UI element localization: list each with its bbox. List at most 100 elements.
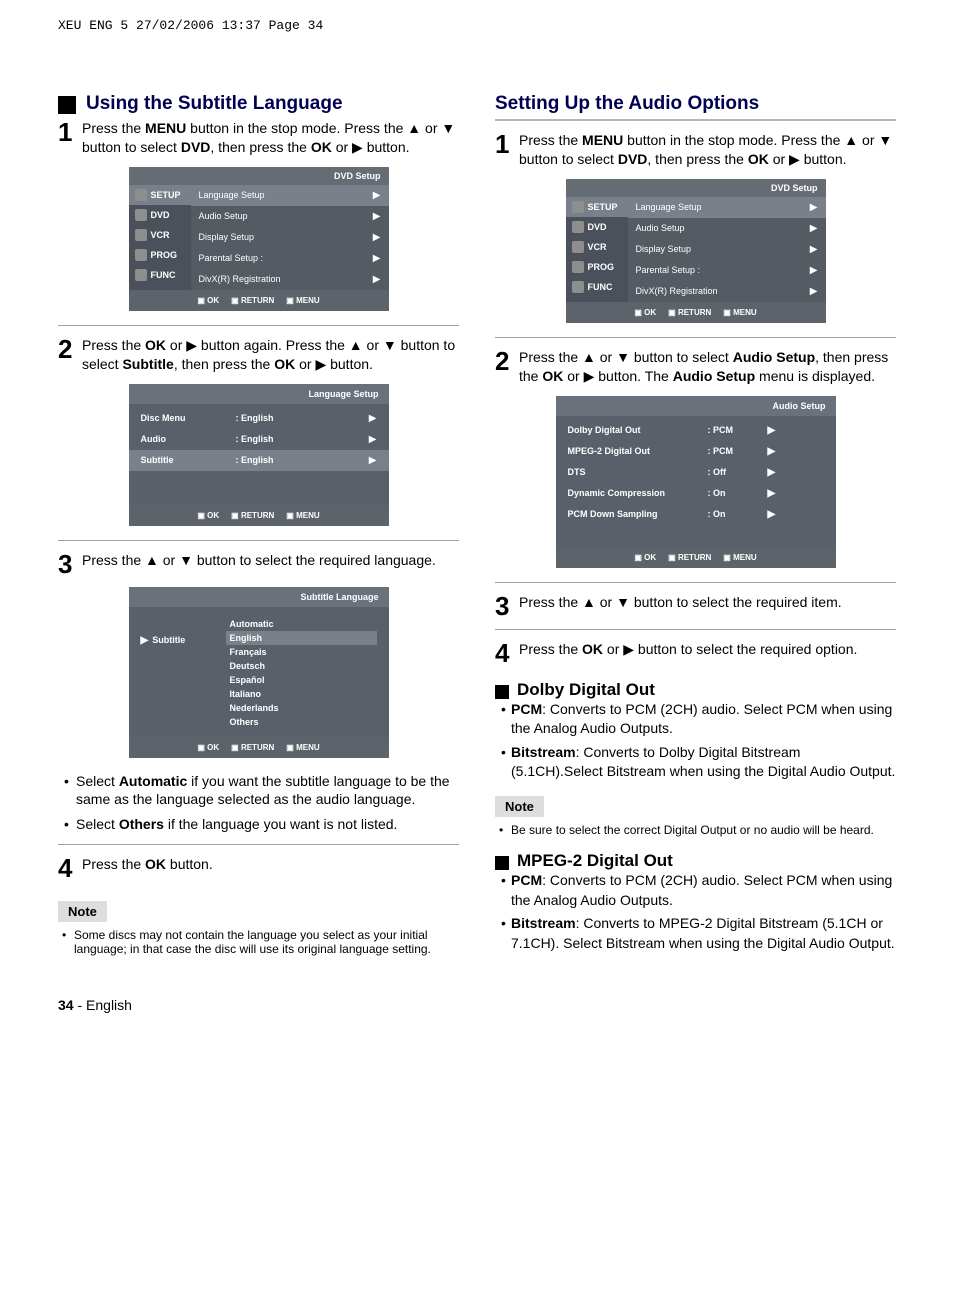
return-label: RETURN xyxy=(668,553,711,562)
clock-icon xyxy=(572,261,584,273)
menu-row: DivX(R) Registration▶ xyxy=(628,281,826,302)
desc-pcm: •PCM: Converts to PCM (2CH) audio. Selec… xyxy=(495,700,896,739)
menu-row: Audio: English▶ xyxy=(129,429,389,450)
side-vcr: VCR xyxy=(129,225,191,245)
chevron-right-icon: ▶ xyxy=(768,509,776,520)
bullet-list: Select Automatic if you want the subtitl… xyxy=(58,772,459,835)
step-text: Press the OK or ▶ button again. Press th… xyxy=(82,336,459,374)
chevron-right-icon: ▶ xyxy=(373,253,381,264)
section-title: Setting Up the Audio Options xyxy=(495,93,896,115)
chevron-right-icon: ▶ xyxy=(373,190,381,201)
step-text: Press the MENU button in the stop mode. … xyxy=(519,131,896,169)
step-1: 1 Press the MENU button in the stop mode… xyxy=(495,131,896,169)
func-icon xyxy=(135,269,147,281)
desc-pcm: •PCM: Converts to PCM (2CH) audio. Selec… xyxy=(495,871,896,910)
step-number: 2 xyxy=(58,336,82,362)
ok-label: OK xyxy=(197,511,219,520)
step-text: Press the OK or ▶ button to select the r… xyxy=(519,640,857,659)
desc-bitstream: •Bitstream: Converts to Dolby Digital Bi… xyxy=(495,743,896,782)
side-setup: SETUP xyxy=(129,185,191,205)
menu-row: Language Setup▶ xyxy=(191,185,389,206)
list-item: Italiano xyxy=(226,687,377,701)
chevron-right-icon: ▶ xyxy=(768,446,776,457)
menu-row: Audio Setup▶ xyxy=(628,218,826,239)
desc-bitstream: •Bitstream: Converts to MPEG-2 Digital B… xyxy=(495,914,896,953)
menu-main: Language Setup▶ Audio Setup▶ Display Set… xyxy=(628,197,826,302)
clock-icon xyxy=(135,249,147,261)
menu-row: Dynamic Compression: On▶ xyxy=(556,483,836,504)
square-bullet-icon xyxy=(495,856,509,870)
chevron-right-icon: ▶ xyxy=(810,202,818,213)
side-dvd: DVD xyxy=(566,217,628,237)
menu-row: Parental Setup :▶ xyxy=(628,260,826,281)
page-footer: 34 - English xyxy=(58,997,896,1013)
side-vcr: VCR xyxy=(566,237,628,257)
gear-icon xyxy=(572,201,584,213)
step-number: 1 xyxy=(58,119,82,145)
chevron-right-icon: ▶ xyxy=(810,244,818,255)
ok-label: OK xyxy=(197,743,219,752)
return-label: RETURN xyxy=(231,743,274,752)
menu-row: Parental Setup :▶ xyxy=(191,248,389,269)
list-item: Select Others if the language you want i… xyxy=(64,815,459,834)
side-dvd: DVD xyxy=(129,205,191,225)
menu-row: DivX(R) Registration▶ xyxy=(191,269,389,290)
right-column: Setting Up the Audio Options 1 Press the… xyxy=(495,93,896,957)
side-prog: PROG xyxy=(129,245,191,265)
menu-footer: OK RETURN MENU xyxy=(129,290,389,311)
section-title: Using the Subtitle Language xyxy=(58,93,459,115)
disc-icon xyxy=(135,209,147,221)
side-setup: SETUP xyxy=(566,197,628,217)
note-text: Some discs may not contain the language … xyxy=(58,928,459,956)
print-header: XEU ENG 5 27/02/2006 13:37 Page 34 xyxy=(58,18,896,33)
func-icon xyxy=(572,281,584,293)
step-3: 3 Press the ▲ or ▼ button to select the … xyxy=(495,593,896,619)
title-text: Using the Subtitle Language xyxy=(86,93,343,114)
list-item: Nederlands xyxy=(226,701,377,715)
menu-label: MENU xyxy=(723,308,756,317)
language-setup-menu: Language Setup Disc Menu: English▶ Audio… xyxy=(129,384,389,526)
chevron-right-icon: ▶ xyxy=(768,488,776,499)
menu-row: Dolby Digital Out: PCM▶ xyxy=(556,420,836,441)
menu-title: DVD Setup xyxy=(566,179,826,197)
ok-label: OK xyxy=(197,296,219,305)
chevron-right-icon: ▶ xyxy=(373,211,381,222)
list-item: Deutsch xyxy=(226,659,377,673)
menu-row: Subtitle: English▶ xyxy=(129,450,389,471)
chevron-right-icon: ▶ xyxy=(141,635,149,646)
side-func: FUNC xyxy=(566,277,628,297)
note-label: Note xyxy=(58,901,107,922)
menu-row: Audio Setup▶ xyxy=(191,206,389,227)
menu-title: Subtitle Language xyxy=(129,587,389,607)
menu-main: Language Setup▶ Audio Setup▶ Display Set… xyxy=(191,185,389,290)
chevron-right-icon: ▶ xyxy=(810,265,818,276)
menu-label: MENU xyxy=(286,743,319,752)
list-item: Automatic xyxy=(226,617,377,631)
menu-footer: OK RETURN MENU xyxy=(129,737,389,758)
chevron-right-icon: ▶ xyxy=(373,232,381,243)
list-item: Select Automatic if you want the subtitl… xyxy=(64,772,459,810)
square-bullet-icon xyxy=(58,96,76,114)
subtitle-label: ▶Subtitle xyxy=(141,617,226,729)
menu-footer: OK RETURN MENU xyxy=(566,302,826,323)
subsection-title: Dolby Digital Out xyxy=(495,680,896,700)
tape-icon xyxy=(135,229,147,241)
chevron-right-icon: ▶ xyxy=(373,274,381,285)
menu-title: DVD Setup xyxy=(129,167,389,185)
step-text: Press the MENU button in the stop mode. … xyxy=(82,119,459,157)
chevron-right-icon: ▶ xyxy=(768,425,776,436)
menu-row: MPEG-2 Digital Out: PCM▶ xyxy=(556,441,836,462)
menu-sidebar: SETUP DVD VCR PROG FUNC xyxy=(566,197,628,302)
menu-label: MENU xyxy=(286,511,319,520)
dvd-setup-menu: DVD Setup SETUP DVD VCR PROG FUNC Langua… xyxy=(566,179,826,323)
chevron-right-icon: ▶ xyxy=(369,455,377,466)
step-number: 4 xyxy=(58,855,82,881)
menu-title: Language Setup xyxy=(129,384,389,404)
chevron-right-icon: ▶ xyxy=(810,286,818,297)
disc-icon xyxy=(572,221,584,233)
menu-footer: OK RETURN MENU xyxy=(556,547,836,568)
return-label: RETURN xyxy=(231,511,274,520)
step-4: 4 Press the OK or ▶ button to select the… xyxy=(495,640,896,666)
chevron-right-icon: ▶ xyxy=(369,434,377,445)
note-text: Be sure to select the correct Digital Ou… xyxy=(495,823,896,837)
